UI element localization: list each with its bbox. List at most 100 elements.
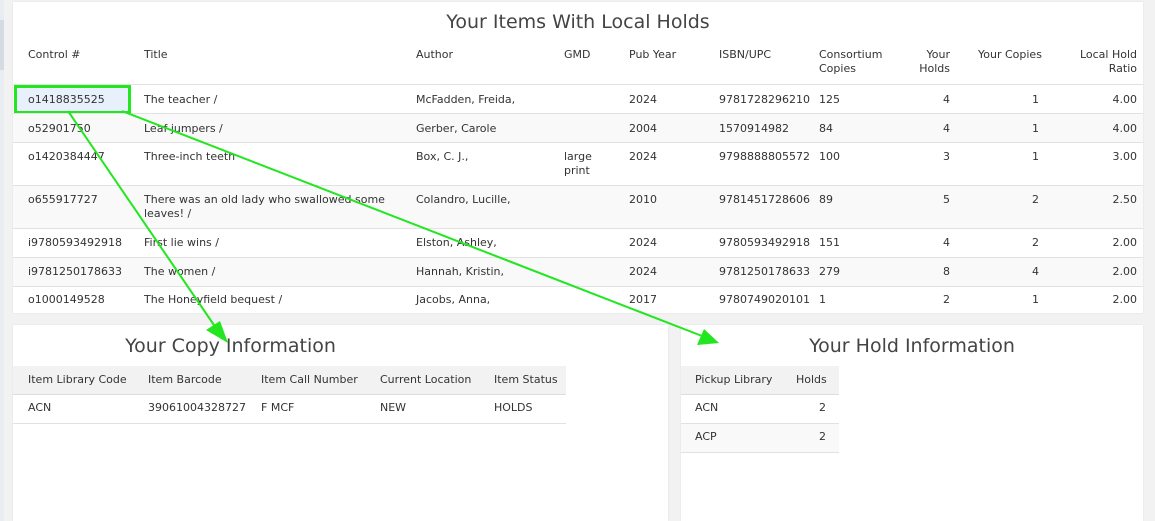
table-row[interactable]: o1000149528 The Honeyfield bequest / Jac… bbox=[13, 286, 1143, 314]
cell-title: The Honeyfield bequest / bbox=[144, 293, 283, 306]
cell-location: NEW bbox=[380, 401, 407, 414]
copy-info-panel: Your Copy Information Item Library Code … bbox=[13, 325, 668, 521]
cell-pubyear: 2024 bbox=[629, 93, 657, 106]
table-row[interactable]: i9781250178633 The women / Hannah, Krist… bbox=[13, 257, 1143, 287]
col-header-your-holds[interactable]: Your Holds bbox=[893, 48, 950, 76]
cell-ratio: 4.00 bbox=[1112, 122, 1138, 135]
cell-pubyear: 2024 bbox=[629, 265, 657, 278]
cell-isbn: 9798888805572 bbox=[719, 150, 810, 163]
cell-holds: 8 bbox=[943, 265, 950, 278]
cell-control[interactable]: i9780593492918 bbox=[28, 236, 122, 250]
cell-copies: 1 bbox=[1032, 122, 1039, 135]
table-row[interactable]: o1418835525 The teacher / McFadden, Frei… bbox=[13, 84, 1143, 114]
cell-control[interactable]: o1420384447 bbox=[28, 150, 105, 164]
col-header-isbn[interactable]: ISBN/UPC bbox=[719, 48, 771, 62]
table-row[interactable]: ACP 2 bbox=[681, 424, 839, 453]
cell-author: Colandro, Lucille, bbox=[416, 193, 511, 206]
cell-isbn: 9780749020101 bbox=[719, 293, 810, 306]
copy-info-title: Your Copy Information bbox=[125, 335, 336, 357]
cell-library-code: ACN bbox=[28, 401, 52, 414]
cell-holds: 2 bbox=[943, 293, 950, 306]
cell-author: Elston, Ashley, bbox=[416, 236, 497, 249]
cell-consortium: 100 bbox=[819, 150, 840, 163]
table-row[interactable]: o655917727 There was an old lady who swa… bbox=[13, 185, 1143, 229]
cell-isbn: 9780593492918 bbox=[719, 236, 810, 249]
cell-pubyear: 2024 bbox=[629, 150, 657, 163]
cell-title: First lie wins / bbox=[144, 236, 219, 249]
col-header-ratio[interactable]: Local Hold Ratio bbox=[1053, 48, 1137, 76]
table-row[interactable]: o52901750 Leaf jumpers / Gerber, Carole … bbox=[13, 113, 1143, 143]
col-header-control[interactable]: Control # bbox=[28, 48, 80, 62]
cell-isbn: 9781728296210 bbox=[719, 93, 810, 106]
cell-copies: 4 bbox=[1032, 265, 1039, 278]
cell-isbn: 9781250178633 bbox=[719, 265, 810, 278]
hold-info-panel: Your Hold Information Pickup Library Hol… bbox=[681, 325, 1143, 521]
col-header-gmd[interactable]: GMD bbox=[564, 48, 591, 62]
col-header-location[interactable]: Current Location bbox=[380, 373, 471, 387]
page-title: Your Items With Local Holds bbox=[446, 11, 710, 33]
hold-info-title: Your Hold Information bbox=[809, 335, 1015, 357]
cell-title: The teacher / bbox=[144, 93, 218, 106]
col-header-your-copies[interactable]: Your Copies bbox=[978, 48, 1042, 62]
col-header-barcode[interactable]: Item Barcode bbox=[148, 373, 222, 387]
cell-control[interactable]: i9781250178633 bbox=[28, 265, 122, 279]
cell-holds: 4 bbox=[943, 93, 950, 106]
cell-title: Three-inch teeth bbox=[144, 150, 236, 163]
col-header-holds[interactable]: Holds bbox=[796, 373, 827, 387]
sidebar-tab[interactable] bbox=[0, 20, 4, 70]
col-header-pubyear[interactable]: Pub Year bbox=[629, 48, 676, 62]
cell-consortium: 1 bbox=[819, 293, 826, 306]
local-holds-panel: Your Items With Local Holds Control # Ti… bbox=[13, 2, 1143, 313]
cell-copies: 2 bbox=[1032, 236, 1039, 249]
col-header-pickup-library[interactable]: Pickup Library bbox=[695, 373, 772, 387]
cell-pickup-library: ACP bbox=[695, 430, 717, 443]
cell-call-number: F MCF bbox=[261, 401, 295, 414]
cell-copies: 1 bbox=[1032, 93, 1039, 106]
table-row[interactable]: o1420384447 Three-inch teeth Box, C. J.,… bbox=[13, 142, 1143, 186]
cell-holds: 5 bbox=[943, 193, 950, 206]
cell-pubyear: 2010 bbox=[629, 193, 657, 206]
cell-holds: 2 bbox=[819, 430, 826, 443]
cell-consortium: 89 bbox=[819, 193, 833, 206]
cell-ratio: 2.00 bbox=[1112, 236, 1138, 249]
cell-pubyear: 2004 bbox=[629, 122, 657, 135]
cell-ratio: 3.00 bbox=[1112, 150, 1138, 163]
col-header-title[interactable]: Title bbox=[144, 48, 168, 62]
cell-copies: 1 bbox=[1032, 150, 1039, 163]
col-header-library-code[interactable]: Item Library Code bbox=[28, 373, 127, 387]
cell-control[interactable]: o655917727 bbox=[28, 193, 98, 207]
table-row[interactable]: ACN 2 bbox=[681, 395, 839, 424]
cell-author: Jacobs, Anna, bbox=[416, 293, 491, 306]
cell-consortium: 279 bbox=[819, 265, 840, 278]
cell-consortium: 125 bbox=[819, 93, 840, 106]
cell-author: Gerber, Carole bbox=[416, 122, 497, 135]
cell-holds: 4 bbox=[943, 122, 950, 135]
cell-pubyear: 2024 bbox=[629, 236, 657, 249]
col-header-status[interactable]: Item Status bbox=[494, 373, 558, 387]
cell-author: Box, C. J., bbox=[416, 150, 469, 163]
cell-title: The women / bbox=[144, 265, 216, 278]
cell-copies: 1 bbox=[1032, 293, 1039, 306]
col-header-call-number[interactable]: Item Call Number bbox=[261, 373, 358, 387]
cell-holds: 2 bbox=[819, 401, 826, 414]
table-row[interactable]: i9780593492918 First lie wins / Elston, … bbox=[13, 228, 1143, 258]
col-header-consortium[interactable]: Consortium Copies bbox=[819, 48, 882, 76]
cell-control[interactable]: o1418835525 bbox=[28, 93, 105, 107]
cell-author: McFadden, Freida, bbox=[416, 93, 516, 106]
cell-holds: 3 bbox=[943, 150, 950, 163]
cell-barcode: 39061004328727 bbox=[148, 401, 246, 414]
table-row[interactable]: ACN 39061004328727 F MCF NEW HOLDS bbox=[13, 395, 566, 424]
left-sidebar-strip bbox=[0, 0, 4, 521]
cell-control[interactable]: o1000149528 bbox=[28, 293, 105, 307]
cell-ratio: 2.50 bbox=[1112, 193, 1138, 206]
cell-consortium: 84 bbox=[819, 122, 833, 135]
hold-table-header: Pickup Library Holds bbox=[681, 366, 839, 395]
cell-consortium: 151 bbox=[819, 236, 840, 249]
cell-ratio: 4.00 bbox=[1112, 93, 1138, 106]
cell-status: HOLDS bbox=[494, 401, 533, 414]
col-header-author[interactable]: Author bbox=[416, 48, 453, 62]
cell-pickup-library: ACN bbox=[695, 401, 719, 414]
cell-copies: 2 bbox=[1032, 193, 1039, 206]
cell-isbn: 1570914982 bbox=[719, 122, 789, 135]
cell-control[interactable]: o52901750 bbox=[28, 122, 91, 136]
